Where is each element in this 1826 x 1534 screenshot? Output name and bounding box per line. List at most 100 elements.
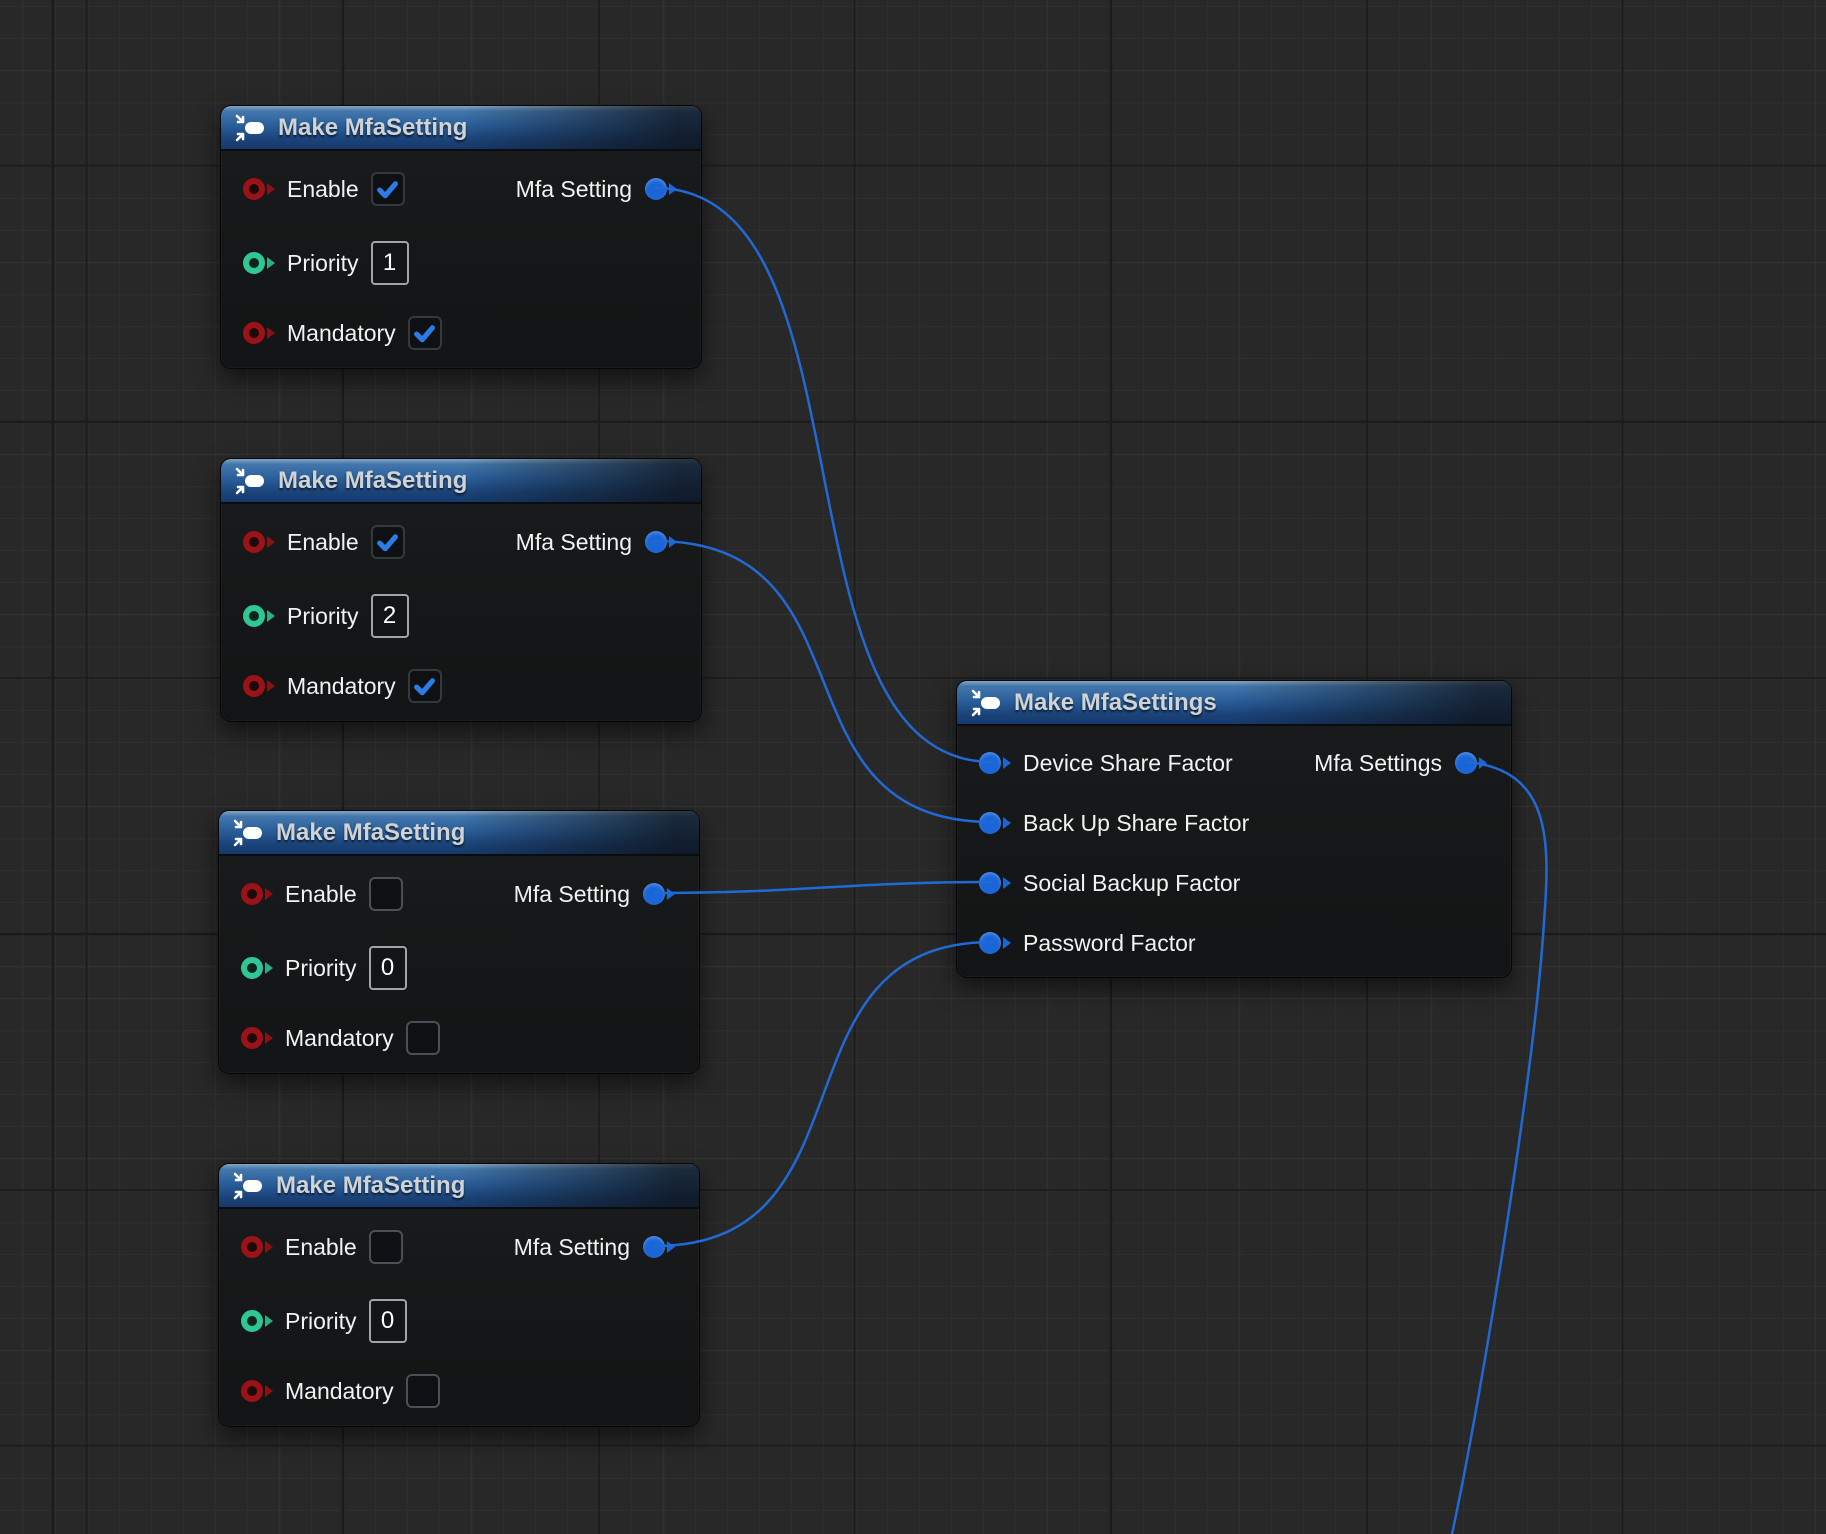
wire-connection[interactable] xyxy=(655,188,992,762)
pin-label-enable: Enable xyxy=(285,1234,357,1261)
pin-label-mfa-setting: Mfa Setting xyxy=(516,529,632,556)
node-make-mfasettings[interactable]: Make MfaSettings Device Share Factor Bac… xyxy=(956,680,1512,978)
enable-checkbox[interactable] xyxy=(371,525,405,559)
node-title: Make MfaSetting xyxy=(278,467,467,495)
output-row-mfa-setting: Mfa Setting xyxy=(514,1229,675,1265)
pin-label-enable: Enable xyxy=(285,881,357,908)
input-pin-enable[interactable] xyxy=(241,883,273,905)
input-row-priority: Priority 1 xyxy=(243,245,409,281)
mandatory-checkbox[interactable] xyxy=(408,669,442,703)
input-row-back-up-share-factor: Back Up Share Factor xyxy=(979,805,1249,841)
make-struct-icon xyxy=(233,1168,263,1204)
input-row-device-share-factor: Device Share Factor xyxy=(979,745,1233,781)
input-row-mandatory: Mandatory xyxy=(241,1373,440,1409)
node-header[interactable]: Make MfaSetting xyxy=(221,459,701,504)
input-row-social-backup-factor: Social Backup Factor xyxy=(979,865,1240,901)
node-make-mfasetting-4[interactable]: Make MfaSetting Enable Priority 0 Mandat… xyxy=(218,1163,700,1427)
node-make-mfasetting-1[interactable]: Make MfaSetting Enable Priority 1 Mandat… xyxy=(220,105,702,369)
pin-label-mfa-setting: Mfa Setting xyxy=(514,881,630,908)
input-pin-social-backup-factor[interactable] xyxy=(979,872,1011,894)
make-struct-icon xyxy=(971,685,1001,721)
pin-label-mfa-setting: Mfa Setting xyxy=(516,176,632,203)
pin-label-mandatory: Mandatory xyxy=(285,1378,394,1405)
input-pin-priority[interactable] xyxy=(243,252,275,274)
wire-connection[interactable] xyxy=(655,942,992,1246)
make-struct-icon xyxy=(235,463,265,499)
input-pin-enable[interactable] xyxy=(243,531,275,553)
enable-checkbox[interactable] xyxy=(371,172,405,206)
output-row-mfa-setting: Mfa Setting xyxy=(516,171,677,207)
pin-label-social-backup-factor: Social Backup Factor xyxy=(1023,870,1240,897)
input-row-password-factor: Password Factor xyxy=(979,925,1196,961)
input-row-enable: Enable xyxy=(241,876,403,912)
input-pin-mandatory[interactable] xyxy=(243,675,275,697)
node-header[interactable]: Make MfaSetting xyxy=(221,106,701,151)
enable-checkbox[interactable] xyxy=(369,877,403,911)
input-row-mandatory: Mandatory xyxy=(241,1020,440,1056)
input-pin-mandatory[interactable] xyxy=(241,1380,273,1402)
output-pin-mfa-setting[interactable] xyxy=(643,883,675,905)
pin-label-mandatory: Mandatory xyxy=(287,320,396,347)
input-pin-device-share-factor[interactable] xyxy=(979,752,1011,774)
node-title: Make MfaSetting xyxy=(276,819,465,847)
pin-label-back-up-share-factor: Back Up Share Factor xyxy=(1023,810,1249,837)
enable-checkbox[interactable] xyxy=(369,1230,403,1264)
node-title: Make MfaSetting xyxy=(276,1172,465,1200)
pin-label-priority: Priority xyxy=(285,1308,357,1335)
input-pin-mandatory[interactable] xyxy=(243,322,275,344)
make-struct-icon xyxy=(235,110,265,146)
pin-label-mfa-settings: Mfa Settings xyxy=(1314,750,1442,777)
output-row-mfa-settings: Mfa Settings xyxy=(1314,745,1487,781)
input-row-enable: Enable xyxy=(243,524,405,560)
pin-label-priority: Priority xyxy=(287,250,359,277)
node-body: Enable Priority 2 Mandatory Mfa Setting xyxy=(221,504,701,721)
node-make-mfasetting-3[interactable]: Make MfaSetting Enable Priority 0 Mandat… xyxy=(218,810,700,1074)
pin-label-password-factor: Password Factor xyxy=(1023,930,1196,957)
wire-connection[interactable] xyxy=(655,541,992,822)
input-pin-enable[interactable] xyxy=(243,178,275,200)
input-row-priority: Priority 0 xyxy=(241,950,407,986)
output-pin-mfa-setting[interactable] xyxy=(645,178,677,200)
blueprint-graph-canvas[interactable]: Make MfaSetting Enable Priority 1 Mandat… xyxy=(0,0,1826,1534)
priority-input[interactable]: 1 xyxy=(371,241,409,285)
mandatory-checkbox[interactable] xyxy=(406,1021,440,1055)
node-header[interactable]: Make MfaSettings xyxy=(957,681,1511,726)
input-pin-enable[interactable] xyxy=(241,1236,273,1258)
priority-input[interactable]: 2 xyxy=(371,594,409,638)
pin-label-enable: Enable xyxy=(287,176,359,203)
node-body: Device Share Factor Back Up Share Factor… xyxy=(957,726,1511,977)
make-struct-icon xyxy=(233,815,263,851)
input-row-mandatory: Mandatory xyxy=(243,315,442,351)
pin-label-enable: Enable xyxy=(287,529,359,556)
input-pin-mandatory[interactable] xyxy=(241,1027,273,1049)
mandatory-checkbox[interactable] xyxy=(406,1374,440,1408)
mandatory-checkbox[interactable] xyxy=(408,316,442,350)
pin-label-mandatory: Mandatory xyxy=(287,673,396,700)
output-row-mfa-setting: Mfa Setting xyxy=(514,876,675,912)
input-row-priority: Priority 0 xyxy=(241,1303,407,1339)
output-pin-mfa-setting[interactable] xyxy=(643,1236,675,1258)
input-pin-priority[interactable] xyxy=(243,605,275,627)
node-make-mfasetting-2[interactable]: Make MfaSetting Enable Priority 2 Mandat… xyxy=(220,458,702,722)
input-row-mandatory: Mandatory xyxy=(243,668,442,704)
node-header[interactable]: Make MfaSetting xyxy=(219,1164,699,1209)
priority-input[interactable]: 0 xyxy=(369,1299,407,1343)
wire-connection[interactable] xyxy=(655,882,992,893)
node-body: Enable Priority 0 Mandatory Mfa Setting xyxy=(219,856,699,1073)
node-header[interactable]: Make MfaSetting xyxy=(219,811,699,856)
node-body: Enable Priority 0 Mandatory Mfa Setting xyxy=(219,1209,699,1426)
output-row-mfa-setting: Mfa Setting xyxy=(516,524,677,560)
input-pin-priority[interactable] xyxy=(241,1310,273,1332)
node-title: Make MfaSetting xyxy=(278,114,467,142)
input-pin-priority[interactable] xyxy=(241,957,273,979)
priority-input[interactable]: 0 xyxy=(369,946,407,990)
input-row-enable: Enable xyxy=(241,1229,403,1265)
pin-label-priority: Priority xyxy=(287,603,359,630)
input-pin-password-factor[interactable] xyxy=(979,932,1011,954)
pin-label-priority: Priority xyxy=(285,955,357,982)
output-pin-mfa-settings[interactable] xyxy=(1455,752,1487,774)
node-body: Enable Priority 1 Mandatory Mfa Setting xyxy=(221,151,701,368)
input-pin-back-up-share-factor[interactable] xyxy=(979,812,1011,834)
output-pin-mfa-setting[interactable] xyxy=(645,531,677,553)
pin-label-mandatory: Mandatory xyxy=(285,1025,394,1052)
